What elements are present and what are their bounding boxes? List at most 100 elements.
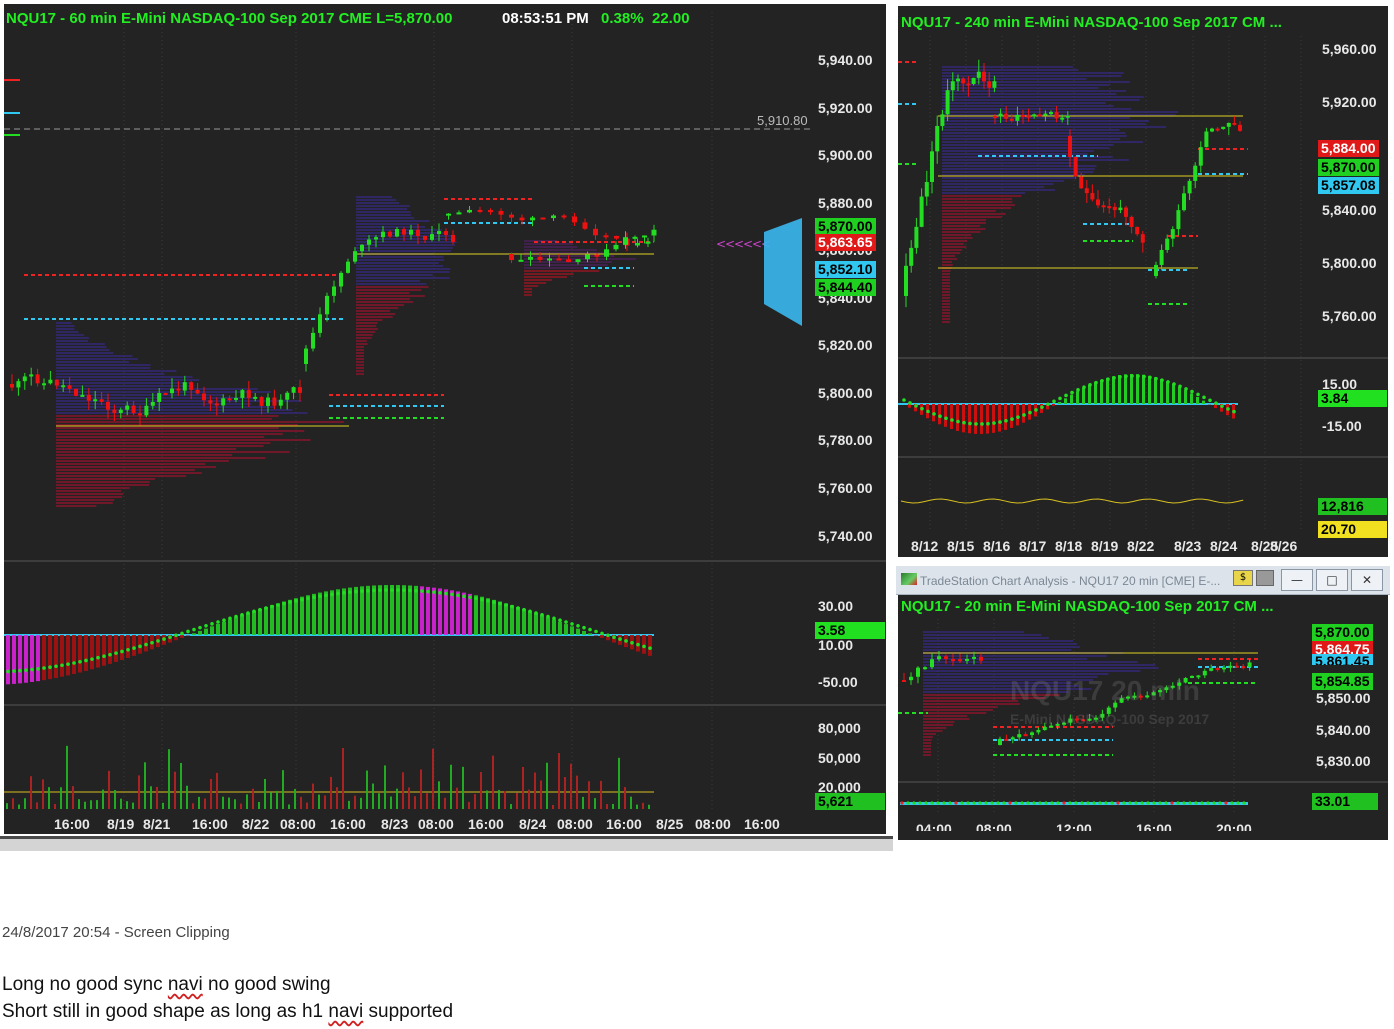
volume-profile-bar [942, 288, 950, 290]
volume-profile-bar [942, 90, 1127, 92]
osc-histogram-bar [986, 404, 989, 434]
volume-profile-bar [356, 250, 451, 252]
close-button[interactable]: ✕ [1351, 569, 1383, 591]
chart-20min[interactable]: NQU17 20 min E-Mini NASDAQ-100 Sep 2017 … [898, 595, 1388, 840]
candle-body [202, 393, 206, 401]
volume-profile-bar [356, 289, 422, 291]
osc-signal-dot [24, 668, 28, 672]
volume-profile-bar [942, 168, 1095, 170]
pane-separator[interactable] [898, 781, 1388, 783]
pane-separator[interactable] [898, 357, 1388, 359]
volume-profile-bar [923, 703, 1020, 705]
osc-signal-dot [1014, 801, 1018, 805]
pane-separator[interactable] [898, 456, 1388, 458]
candle-body [594, 254, 600, 257]
osc-histogram-bar [540, 615, 544, 635]
volume-profile-bar [356, 322, 378, 324]
osc-signal-dot [1134, 801, 1138, 805]
osc-signal-dot [6, 669, 10, 674]
minimize-button[interactable]: — [1281, 569, 1313, 591]
osc-histogram-bar [956, 404, 959, 431]
osc-label-30: 30.00 [818, 598, 854, 614]
osc-signal-dot [246, 611, 250, 615]
osc-signal-dot [264, 606, 268, 610]
volume-profile-bar [56, 481, 150, 483]
osc-signal-dot [372, 588, 376, 593]
volume-profile-bar [942, 228, 986, 230]
osc-signal-dot [1056, 801, 1060, 805]
osc-signal-dot [120, 649, 124, 654]
candle-body [923, 667, 927, 670]
osc-histogram-bar [992, 404, 995, 433]
volume-profile-bar [942, 66, 1074, 68]
osc-signal-dot [1236, 801, 1240, 805]
candle-body [966, 83, 971, 86]
candle-body [1226, 122, 1231, 127]
candle-body [585, 254, 590, 260]
volume-bar [630, 796, 632, 809]
volume-profile-bar [56, 484, 150, 486]
volume-bar [468, 801, 470, 809]
volume-profile-bar [923, 745, 931, 747]
chart-20min-window-titlebar[interactable]: TradeStation Chart Analysis - NQU17 20 m… [896, 566, 1390, 595]
volume-profile-bar [356, 259, 445, 261]
volume-profile-bar [942, 72, 1124, 74]
osc-histogram-bar [444, 589, 448, 635]
maximize-button[interactable]: □ [1316, 569, 1348, 591]
candle-body [304, 348, 308, 364]
osc-histogram-bar [462, 592, 466, 635]
osc-signal-dot [1058, 396, 1062, 401]
osc-histogram-bar [498, 601, 502, 635]
candle-body [1049, 112, 1053, 115]
volume-profile-bar [356, 238, 457, 240]
candle-body [540, 217, 546, 220]
vol-avg-tag: 20.70 [1318, 521, 1387, 538]
candle-body [118, 409, 123, 413]
osc-signal-dot [648, 646, 652, 650]
volume-bar [582, 796, 584, 809]
volume-bar [342, 748, 344, 809]
osc-signal-dot [1122, 801, 1126, 805]
osc-histogram-bar [438, 588, 442, 635]
pane-separator[interactable] [4, 704, 886, 706]
osc-signal-dot [252, 609, 256, 614]
osc-signal-dot [636, 642, 640, 647]
volume-profile-bar [942, 231, 981, 233]
osc-signal-dot [498, 601, 502, 606]
volume-profile-bar [942, 207, 1012, 209]
volume-profile-bar [923, 748, 931, 750]
volume-profile-bar [356, 214, 411, 216]
volume-profile-bar [942, 138, 1120, 140]
volume-bar [192, 803, 194, 809]
osc-signal-dot [474, 596, 478, 601]
volume-bar [510, 804, 512, 809]
osc-histogram-bar [1112, 376, 1115, 404]
volume-profile-bar [942, 306, 950, 308]
candle-body [182, 382, 187, 391]
candle-body [246, 390, 251, 398]
volume-profile-bar [923, 643, 1077, 645]
volume-profile-bar [923, 667, 1159, 669]
volume-profile-bar [942, 69, 1079, 71]
price-tag-last: 5,870.00 [1312, 624, 1373, 641]
candle-body [93, 399, 98, 402]
volume-profile-bar [56, 349, 110, 351]
volume-profile-bar [923, 736, 933, 738]
chart-240min[interactable]: NQU17 - 240 min E-Mini NASDAQ-100 Sep 20… [898, 6, 1388, 557]
volume-profile-bar [56, 421, 345, 423]
toolbar-toggle-icon[interactable] [1256, 570, 1274, 586]
candle-body [339, 272, 343, 287]
chart-60min[interactable]: <<<<<< NQU17 - 60 min E-Mini NASDAQ-100 … [4, 4, 886, 834]
osc-signal-dot [288, 600, 292, 604]
osc-histogram-bar [1160, 379, 1163, 404]
osc-histogram-bar [378, 585, 382, 635]
edge-marker [4, 112, 20, 114]
volume-profile-bar [942, 219, 986, 221]
osc-histogram-bar [312, 593, 316, 635]
pane-separator[interactable] [4, 560, 886, 562]
candle-body [924, 181, 929, 197]
osc-signal-dot [1022, 413, 1026, 417]
volume-bar [456, 787, 458, 809]
volume-profile-bar [356, 286, 429, 288]
symbol-link-icon[interactable]: $ [1233, 570, 1253, 586]
